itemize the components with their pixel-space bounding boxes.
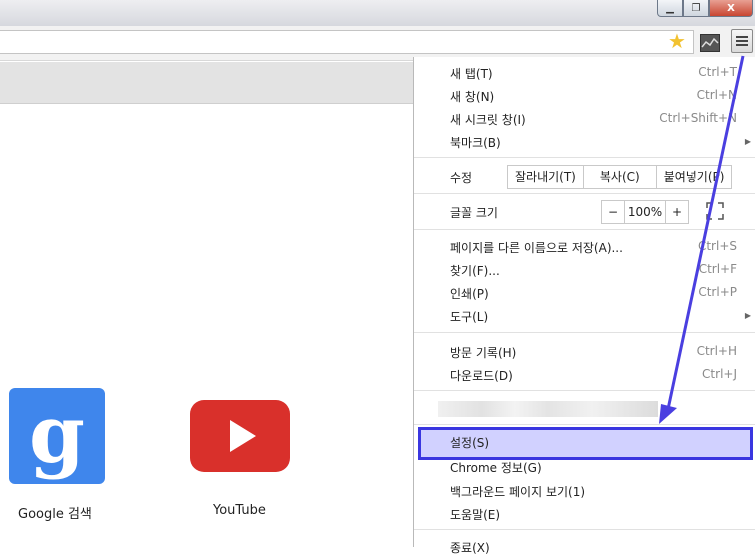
shortcut-new-tab: Ctrl+T <box>698 65 737 79</box>
youtube-tile[interactable] <box>190 400 290 472</box>
paste-button[interactable]: 붙여넣기(P) <box>657 166 732 188</box>
window-controls: ▁ ❐ X <box>657 0 753 18</box>
menu-tools[interactable]: 도구(L) <box>450 308 488 325</box>
menu-print[interactable]: 인쇄(P) <box>450 285 489 302</box>
shortcut-history: Ctrl+H <box>696 344 737 358</box>
menu-separator <box>414 529 755 530</box>
menu-separator <box>414 229 755 230</box>
zoom-level-value: 100% <box>625 201 666 223</box>
menu-separator <box>414 157 755 158</box>
menu-separator <box>414 424 755 425</box>
shortcut-new-incognito: Ctrl+Shift+N <box>659 111 737 125</box>
menu-separator <box>414 332 755 333</box>
menu-exit[interactable]: 종료(X) <box>450 539 490 556</box>
shortcut-new-window: Ctrl+N <box>696 88 737 102</box>
bookmark-star-icon[interactable]: ★ <box>668 31 686 51</box>
copy-button[interactable]: 복사(C) <box>584 166 657 188</box>
zoom-out-button[interactable]: − <box>602 201 625 223</box>
shortcut-find: Ctrl+F <box>698 262 737 276</box>
youtube-label: YouTube <box>213 503 266 518</box>
menu-new-tab[interactable]: 새 탭(T) <box>450 65 493 82</box>
shortcut-downloads: Ctrl+J <box>702 367 737 381</box>
menu-new-window[interactable]: 새 창(N) <box>450 88 494 105</box>
menu-help[interactable]: 도움말(E) <box>450 506 500 523</box>
shortcut-print: Ctrl+P <box>698 285 737 299</box>
close-button[interactable]: X <box>709 0 753 17</box>
cut-button[interactable]: 잘라내기(T) <box>508 166 584 188</box>
menu-background-pages[interactable]: 백그라운드 페이지 보기(1) <box>450 483 585 500</box>
bookmark-bar-area <box>0 62 414 104</box>
fullscreen-icon[interactable] <box>704 200 726 222</box>
google-search-label: Google 검색 <box>18 507 92 522</box>
minimize-button[interactable]: ▁ <box>657 0 683 17</box>
chrome-menu-button[interactable] <box>731 29 753 53</box>
hamburger-icon <box>736 36 748 38</box>
hamburger-line <box>736 40 748 42</box>
menu-edit-label: 수정 <box>450 171 473 185</box>
menu-separator <box>414 390 755 391</box>
browser-toolbar <box>0 26 755 61</box>
menu-bookmarks[interactable]: 북마크(B) <box>450 134 501 151</box>
chrome-menu: 새 탭(T) Ctrl+T 새 창(N) Ctrl+N 새 시크릿 창(I) C… <box>413 57 755 555</box>
submenu-arrow-icon: ▶ <box>744 137 751 146</box>
menu-about[interactable]: Chrome 정보(G) <box>450 459 542 476</box>
edit-button-group: 잘라내기(T) 복사(C) 붙여넣기(P) <box>507 165 733 189</box>
menu-find[interactable]: 찾기(F)... <box>450 262 500 279</box>
submenu-arrow-icon: ▶ <box>744 311 751 320</box>
menu-zoom-label: 글꼴 크기 <box>450 206 498 220</box>
google-search-tile[interactable]: g <box>9 387 105 484</box>
svg-text:g: g <box>29 388 85 481</box>
window-titlebar: ▁ ❐ X <box>0 0 755 26</box>
shortcut-save-page: Ctrl+S <box>697 239 737 253</box>
blurred-user-account <box>438 401 658 417</box>
extension-icon[interactable] <box>700 34 720 52</box>
address-bar[interactable] <box>0 30 694 54</box>
menu-downloads[interactable]: 다운로드(D) <box>450 367 513 384</box>
menu-save-page[interactable]: 페이지를 다른 이름으로 저장(A)... <box>450 239 623 256</box>
zoom-control-group: − 100% + <box>601 200 689 224</box>
menu-new-incognito[interactable]: 새 시크릿 창(I) <box>450 111 526 128</box>
menu-separator <box>414 193 755 194</box>
zoom-in-button[interactable]: + <box>666 201 688 223</box>
maximize-button[interactable]: ❐ <box>683 0 709 17</box>
menu-history[interactable]: 방문 기록(H) <box>450 344 516 361</box>
google-g-icon: g <box>29 387 85 481</box>
youtube-play-icon <box>230 420 256 452</box>
menu-settings[interactable]: 설정(S) <box>450 434 489 451</box>
hamburger-line <box>736 44 748 46</box>
